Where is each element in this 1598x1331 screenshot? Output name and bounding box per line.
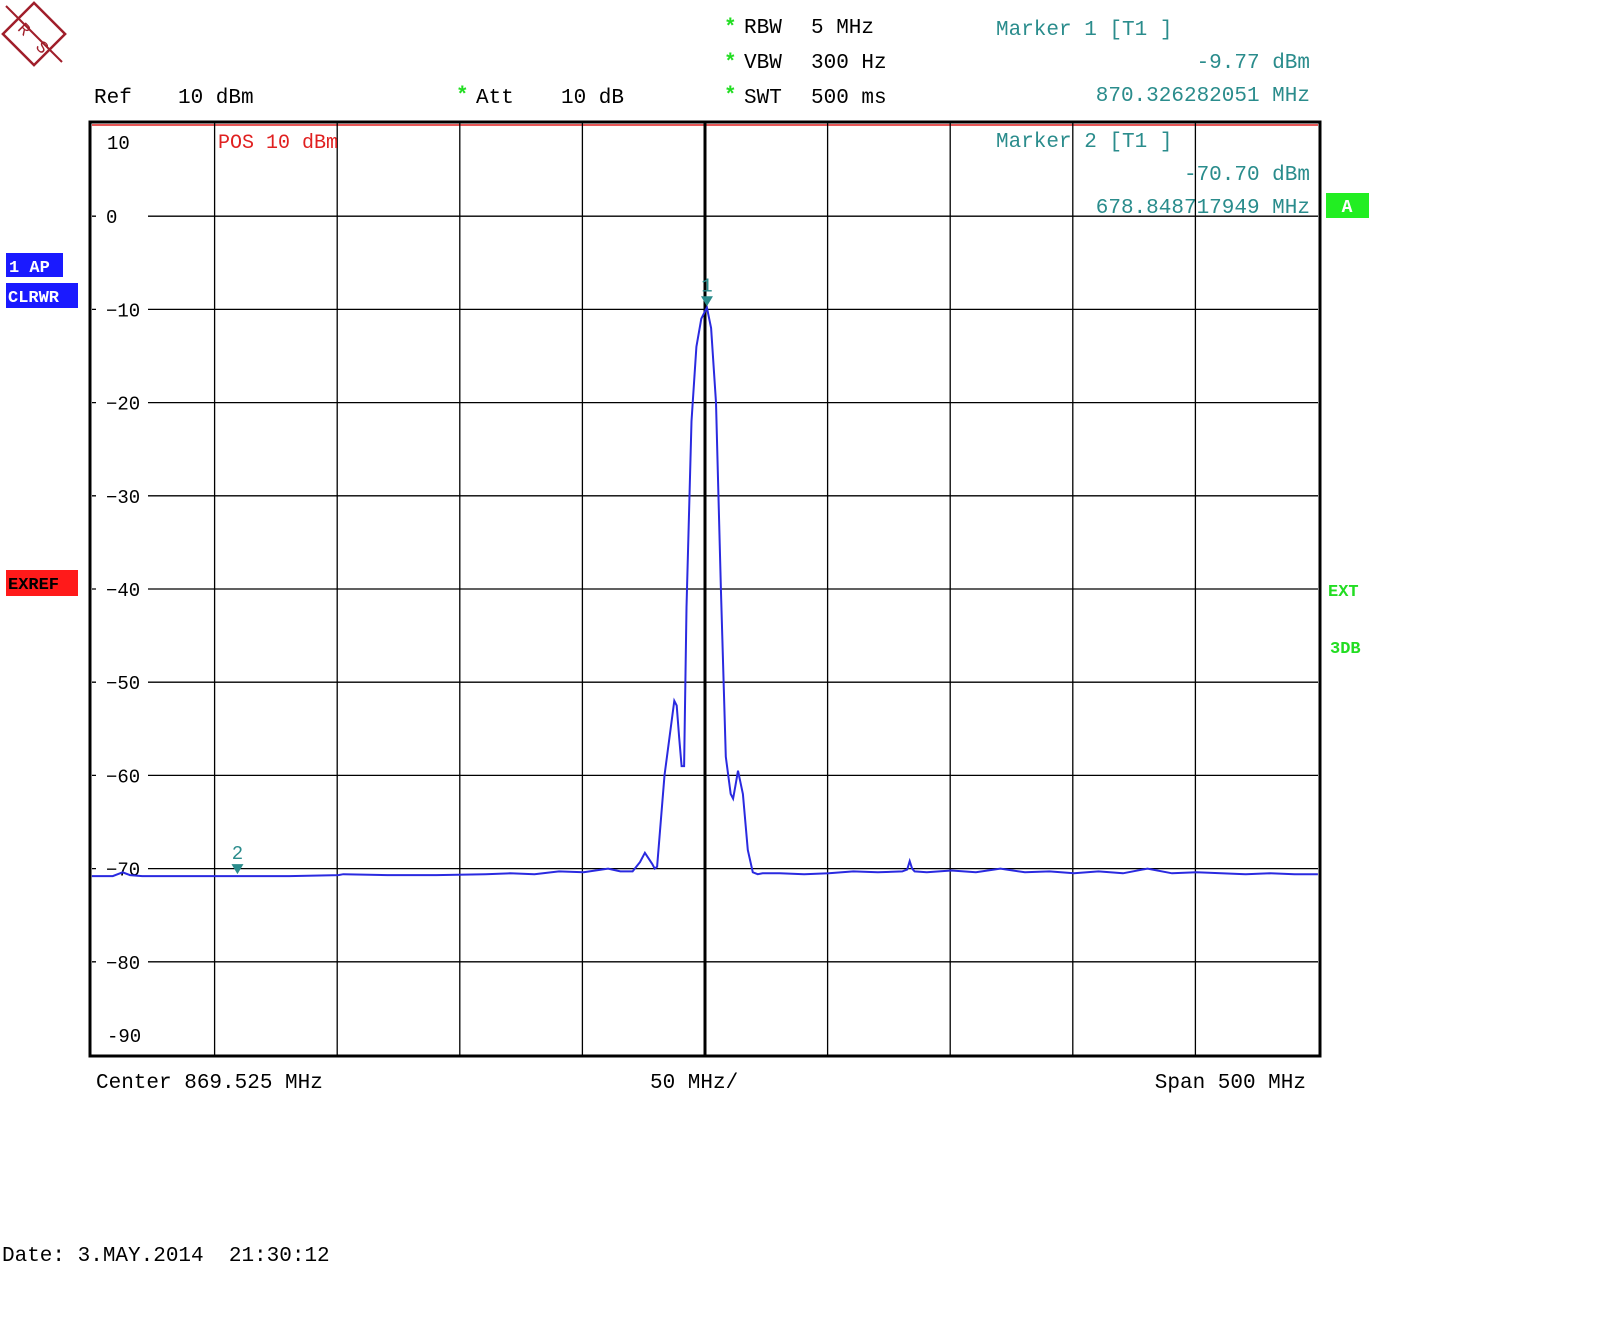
analyzer-screen: R S Ref 10 dBm * Att 10 dB * RBW 5 MHz *… xyxy=(1,1,1369,1268)
vbw-star: * xyxy=(724,52,737,75)
trace-badge: 1 AP xyxy=(6,253,63,278)
marker-2-readout: Marker 2 [T1 ] -70.70 dBm 678.848717949 … xyxy=(996,131,1310,220)
marker-1-triangle xyxy=(700,296,713,307)
marker-1-level: -9.77 dBm xyxy=(1197,52,1310,75)
y-tick-label: −20 xyxy=(106,394,140,416)
3db-label: 3DB xyxy=(1330,640,1361,659)
y-tick-background xyxy=(96,206,148,227)
marker-1-readout: Marker 1 [T1 ] -9.77 dBm 870.326282051 M… xyxy=(996,19,1310,108)
date-stamp: Date: 3.MAY.2014 21:30:12 xyxy=(2,1245,330,1268)
pos-label: POS 10 dBm xyxy=(218,132,338,155)
center-freq: Center 869.525 MHz xyxy=(96,1072,323,1095)
y-tick-label: −40 xyxy=(106,580,140,602)
marker-1-title: Marker 1 [T1 ] xyxy=(996,19,1172,42)
trace-markers: 12 xyxy=(231,275,713,875)
att-value: 10 dB xyxy=(561,87,624,110)
marker-1-freq: 870.326282051 MHz xyxy=(1096,85,1310,108)
mode-badge-label: CLRWR xyxy=(8,289,60,308)
div-label: 50 MHz/ xyxy=(650,1072,738,1095)
vbw-value: 300 Hz xyxy=(811,52,887,75)
att-star: * xyxy=(456,85,469,108)
rbw-label: RBW xyxy=(744,17,782,40)
mode-badge: CLRWR xyxy=(6,283,78,308)
swt-value: 500 ms xyxy=(811,87,887,110)
settings-block: * RBW 5 MHz * VBW 300 Hz * SWT 500 ms xyxy=(724,17,887,110)
ref-label: Ref xyxy=(94,87,132,110)
y-tick-label: −70 xyxy=(106,860,140,882)
rbw-star: * xyxy=(724,17,737,40)
trace-badge-label: 1 AP xyxy=(9,259,50,278)
rs-logo: R S xyxy=(1,1,67,67)
swt-label: SWT xyxy=(744,87,782,110)
exref-badge: EXREF xyxy=(6,570,78,596)
y-tick-label: −30 xyxy=(106,487,140,509)
grid xyxy=(92,123,1318,1055)
y-tick-label: −60 xyxy=(106,766,140,788)
y-tick-label: −80 xyxy=(106,953,140,975)
y-tick-label: 0 xyxy=(106,207,117,229)
a-badge: A xyxy=(1326,193,1369,218)
marker-2-level: -70.70 dBm xyxy=(1184,164,1310,187)
marker-1-label: 1 xyxy=(701,275,712,297)
marker-2-title: Marker 2 [T1 ] xyxy=(996,131,1172,154)
span-label: Span 500 MHz xyxy=(1155,1072,1306,1095)
bottom-level-label: -90 xyxy=(107,1026,141,1048)
y-tick-labels: 0 −10 −20 −30 −40 −50 −60 −70 −80 xyxy=(96,206,148,975)
top-level-label: 10 xyxy=(107,133,130,155)
y-tick-label: −50 xyxy=(106,673,140,695)
vbw-label: VBW xyxy=(744,52,782,75)
exref-badge-label: EXREF xyxy=(8,576,59,595)
marker-2-label: 2 xyxy=(232,843,243,865)
ext-label: EXT xyxy=(1328,583,1359,602)
y-tick-label: −10 xyxy=(106,300,140,322)
swt-star: * xyxy=(724,85,737,108)
a-badge-label: A xyxy=(1342,198,1353,218)
rbw-value: 5 MHz xyxy=(811,17,874,40)
ref-value: 10 dBm xyxy=(178,87,254,110)
att-label: Att xyxy=(476,87,514,110)
